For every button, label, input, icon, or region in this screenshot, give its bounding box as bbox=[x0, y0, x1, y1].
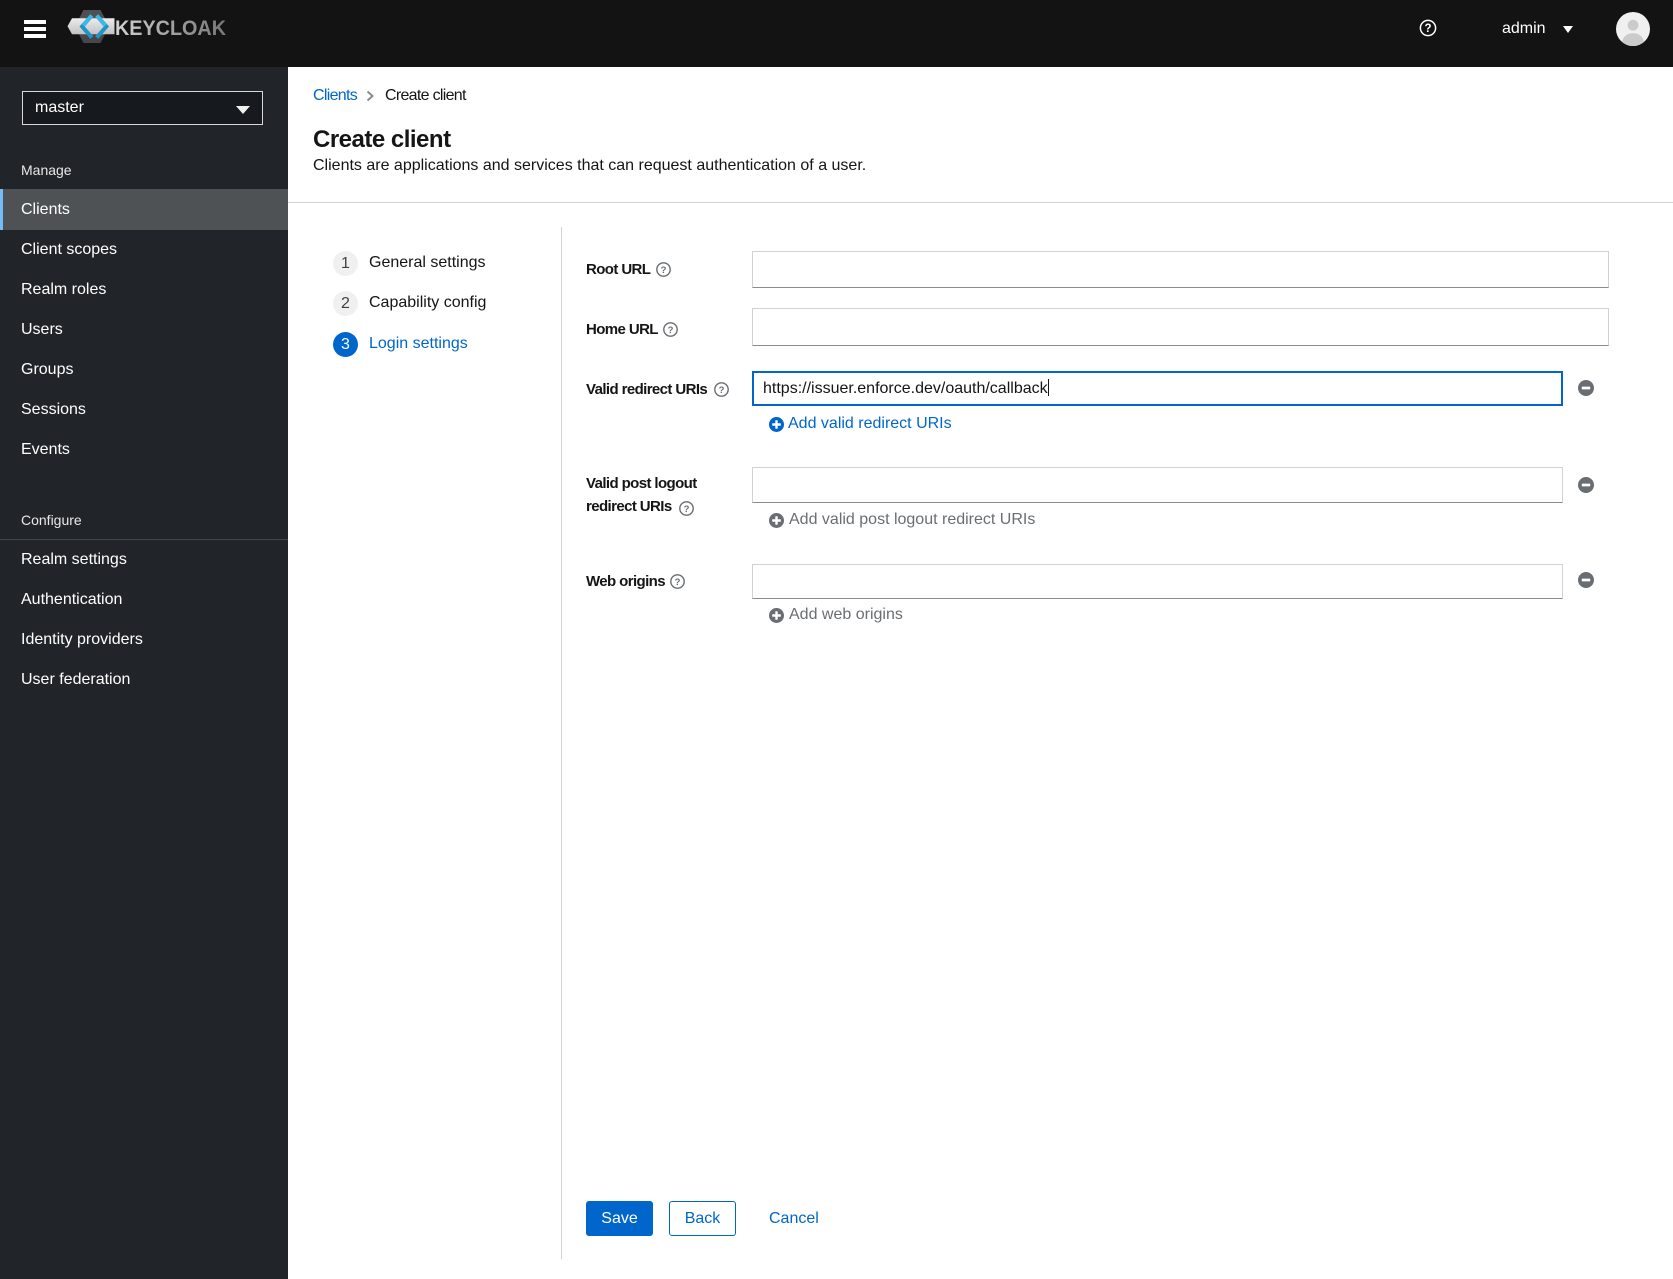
svg-text:KEYCLOAK: KEYCLOAK bbox=[115, 16, 226, 40]
svg-text:?: ? bbox=[719, 385, 725, 396]
svg-text:?: ? bbox=[668, 325, 674, 336]
svg-text:?: ? bbox=[1424, 23, 1431, 35]
svg-text:?: ? bbox=[684, 504, 690, 515]
svg-text:?: ? bbox=[675, 577, 681, 588]
svg-text:?: ? bbox=[661, 265, 667, 276]
